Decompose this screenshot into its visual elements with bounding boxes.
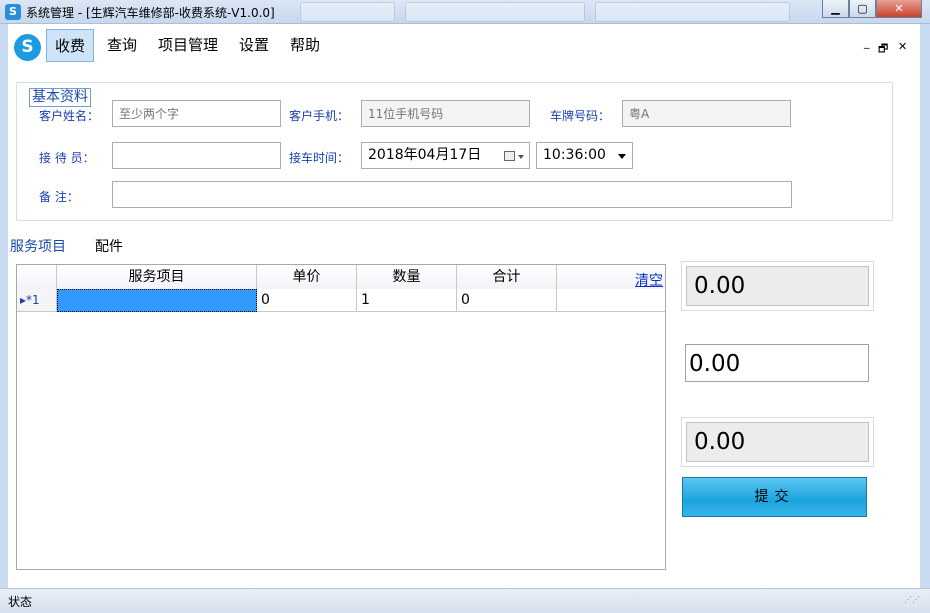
title-bar: S 系统管理 - [生辉汽车维修部-收费系统-V1.0.0] ▁ ▢ ✕ [0, 0, 930, 24]
receptionist-label: 接 待 员： [39, 151, 95, 165]
column-header-quantity[interactable]: 数量 [357, 265, 457, 289]
background-taskbar-item [405, 2, 585, 22]
background-taskbar-item [595, 2, 790, 22]
submit-button[interactable]: 提交 [682, 477, 867, 517]
maximize-icon: ▢ [857, 2, 868, 15]
app-icon: S [5, 4, 21, 20]
pickup-date-picker[interactable]: 2018年04月17日 [361, 142, 530, 169]
column-header-service[interactable]: 服务项目 [57, 265, 257, 289]
column-header-action: 清空 [557, 265, 665, 289]
cell-quantity[interactable]: 1 [357, 289, 457, 312]
tab-parts[interactable]: 配件 [95, 236, 123, 258]
plate-number-label: 车牌号码： [550, 109, 611, 123]
basic-info-group: 基本资料 客户姓名： 客户手机： 车牌号码： 接 待 员： 接车时间： 2018… [16, 82, 893, 221]
charge-form: 基本资料 客户姓名： 客户手机： 车牌号码： 接 待 员： 接车时间： 2018… [0, 68, 930, 588]
calendar-icon [504, 151, 515, 161]
status-bar: 状态 ⋰⋰ [0, 588, 930, 613]
total-display-1: 0.00 [682, 262, 873, 310]
customer-name-label: 客户姓名： [39, 109, 100, 123]
mdi-restore-icon[interactable]: 🗗 [878, 40, 888, 59]
resize-grip-icon[interactable]: ⋰⋰ [904, 595, 920, 604]
pickup-time-value: 10:36:00 [543, 147, 606, 163]
customer-phone-label: 客户手机： [289, 109, 350, 123]
close-icon: ✕ [894, 2, 904, 15]
pickup-date-value: 2018年04月17日 [368, 147, 482, 163]
basic-info-legend: 基本资料 [29, 88, 91, 107]
menu-charge[interactable]: 收费 [46, 29, 95, 62]
menu-item-management[interactable]: 项目管理 [150, 29, 226, 62]
background-taskbar-item [300, 2, 395, 22]
close-button[interactable]: ✕ [876, 0, 922, 18]
maximize-button[interactable]: ▢ [849, 0, 876, 18]
tab-service-items[interactable]: 服务项目 [10, 236, 66, 258]
remarks-label: 备 注： [39, 190, 79, 204]
menu-settings[interactable]: 设置 [231, 29, 277, 62]
menu-bar: S 收费 查询 项目管理 设置 帮助 _ 🗗 ✕ [0, 24, 930, 68]
customer-name-input[interactable] [112, 100, 281, 127]
mdi-close-icon[interactable]: ✕ [898, 40, 907, 53]
app-logo-icon: S [14, 34, 41, 61]
menu-help[interactable]: 帮助 [282, 29, 328, 62]
cell-total[interactable]: 0 [457, 289, 557, 312]
cell-price[interactable]: 0 [257, 289, 357, 312]
total-input-2[interactable]: 0.00 [685, 344, 869, 382]
customer-phone-input[interactable] [361, 100, 530, 127]
plate-number-input[interactable] [622, 100, 791, 127]
column-header-total[interactable]: 合计 [457, 265, 557, 289]
cell-action[interactable] [557, 289, 665, 312]
minimize-icon: ▁ [831, 2, 840, 15]
window-controls: ▁ ▢ ✕ [822, 0, 922, 18]
grid-header: 服务项目 单价 数量 合计 清空 [17, 265, 665, 289]
cell-service[interactable] [57, 289, 257, 312]
window-title: 系统管理 - [生辉汽车维修部-收费系统-V1.0.0] [26, 6, 275, 20]
remarks-input[interactable] [112, 181, 792, 208]
mdi-minimize-icon[interactable]: _ [864, 36, 870, 49]
grid-corner [17, 265, 57, 289]
service-items-grid: 服务项目 单价 数量 合计 清空 ▸*1 0 1 0 [16, 264, 666, 570]
chevron-down-icon [618, 154, 626, 159]
total-display-3: 0.00 [682, 418, 873, 466]
receptionist-input[interactable] [112, 142, 281, 169]
status-text: 状态 [8, 595, 33, 609]
minimize-button[interactable]: ▁ [822, 0, 849, 18]
pickup-time-picker[interactable]: 10:36:00 [536, 142, 633, 169]
chevron-down-icon [518, 155, 524, 159]
menu-query[interactable]: 查询 [99, 29, 145, 62]
pickup-time-label: 接车时间： [289, 151, 350, 165]
column-header-price[interactable]: 单价 [257, 265, 357, 289]
row-header[interactable]: ▸*1 [17, 289, 57, 312]
